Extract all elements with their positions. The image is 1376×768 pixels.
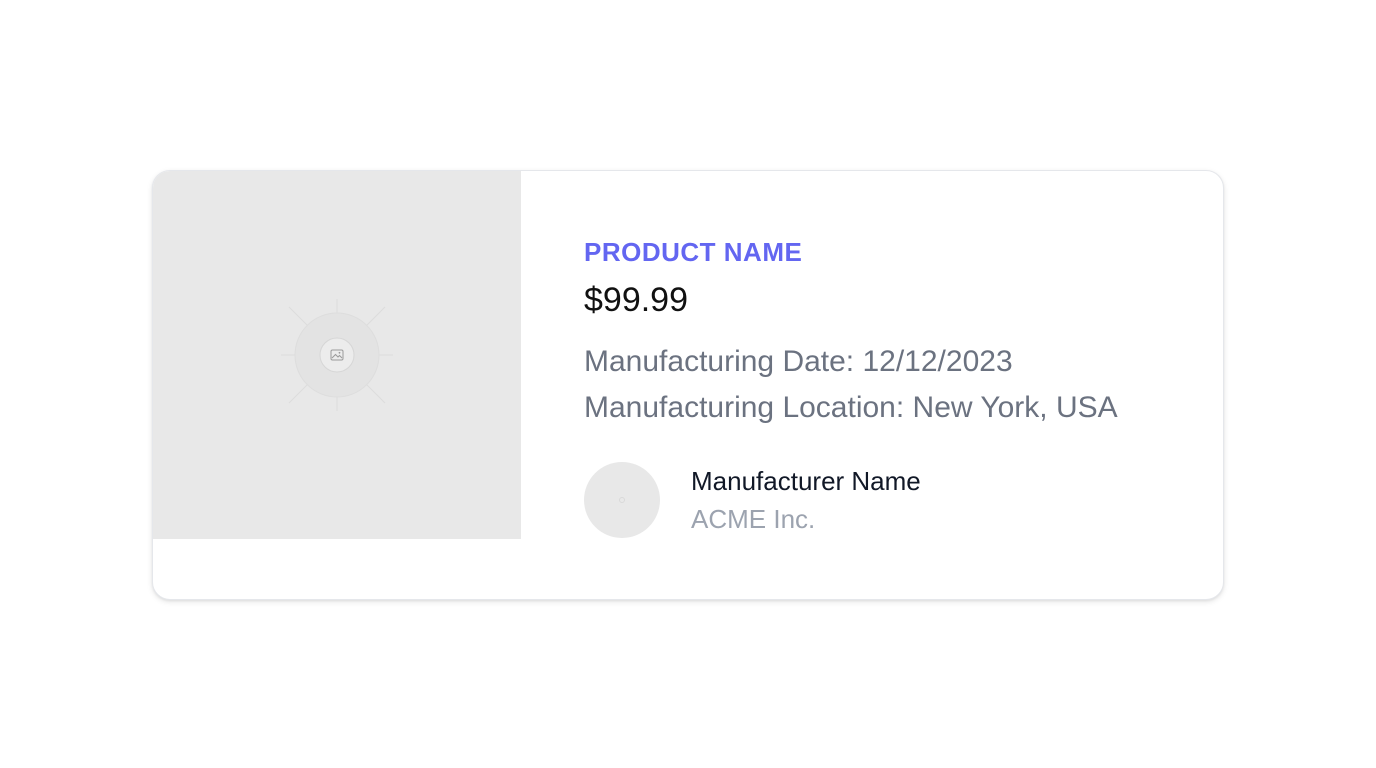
avatar-placeholder-icon — [619, 497, 625, 503]
product-card: PRODUCT NAME $99.99 Manufacturing Date: … — [152, 170, 1224, 600]
manufacturer-label: Manufacturer Name — [691, 466, 921, 496]
image-placeholder-icon — [281, 299, 393, 411]
product-info: PRODUCT NAME $99.99 Manufacturing Date: … — [584, 235, 1183, 431]
product-image — [153, 171, 521, 539]
product-price: $99.99 — [584, 281, 688, 319]
manufacturing-location: Manufacturing Location: New York, USA — [584, 391, 1118, 424]
avatar — [584, 462, 660, 538]
product-name: PRODUCT NAME — [584, 237, 803, 267]
manufacturing-date: Manufacturing Date: 12/12/2023 — [584, 345, 1013, 378]
manufacturer-section: Manufacturer Name ACME Inc. — [584, 461, 921, 539]
manufacturer-name: ACME Inc. — [691, 504, 816, 534]
